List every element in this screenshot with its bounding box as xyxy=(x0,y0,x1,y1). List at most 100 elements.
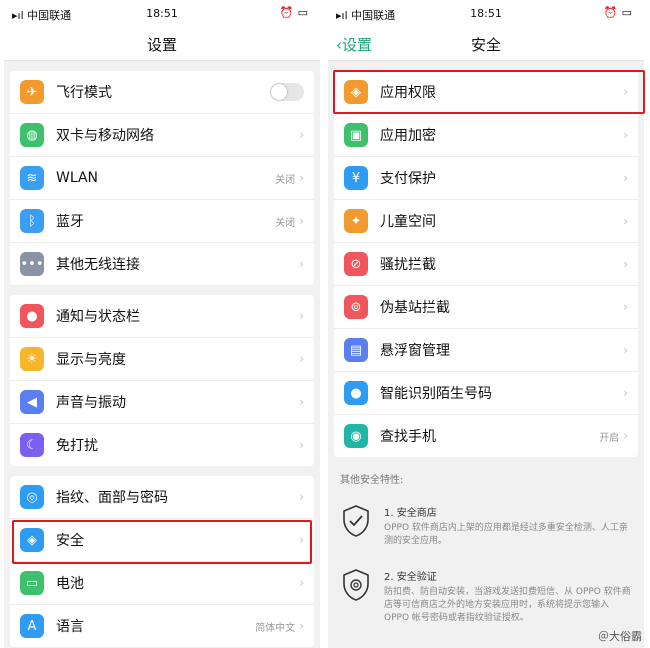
settings-screen: ▸ıl 中国联通 18:51 ⏰▭ 设置 ✈ 飞行模式 ◍ 双卡与移动网络 › ≋ WLAN… xyxy=(4,0,320,648)
setting-row[interactable]: ⊘ 骚扰拦截 › xyxy=(334,243,638,286)
security-screen: ▸ıl 中国联通 18:51 ⏰▭ ‹设置 安全 ◈ 应用权限 › ▣ 应用加密 › ¥ 支付… xyxy=(328,0,644,648)
setting-label: 查找手机 xyxy=(380,429,436,445)
toggle-switch[interactable] xyxy=(270,83,304,101)
setting-row[interactable]: ▭ 电池 › xyxy=(10,562,314,605)
more-icon: ••• xyxy=(20,252,44,276)
bluetooth-icon: ᛒ xyxy=(20,209,44,233)
shield-key-icon: ◈ xyxy=(344,80,368,104)
setting-label: 声音与振动 xyxy=(56,395,126,411)
moon-icon: ☾ xyxy=(20,433,44,457)
nav-bar: ‹设置 安全 xyxy=(328,28,644,61)
globe-icon: ◍ xyxy=(20,123,44,147)
setting-label: 应用权限 xyxy=(380,85,436,101)
setting-row[interactable]: ᛒ 蓝牙 关闭 › xyxy=(10,200,314,243)
setting-label: 伪基站拦截 xyxy=(380,300,450,316)
lock-icon: ▣ xyxy=(344,123,368,147)
fingerprint-badge-icon xyxy=(343,569,369,601)
setting-label: 飞行模式 xyxy=(56,85,112,101)
setting-row[interactable]: ● 通知与状态栏 › xyxy=(10,295,314,338)
chevron-right-icon: › xyxy=(623,128,628,142)
note-text: 防扣费、防自动安装，当游戏发送扣费短信、从 OPPO 软件商店等可信商店之外的地… xyxy=(384,587,631,623)
setting-row[interactable]: ☀ 显示与亮度 › xyxy=(10,338,314,381)
setting-row[interactable]: ••• 其他无线连接 › xyxy=(10,243,314,285)
setting-row[interactable]: ▣ 应用加密 › xyxy=(334,114,638,157)
watermark: ＠大俗霸 xyxy=(598,630,642,643)
airplane-icon: ✈ xyxy=(20,80,44,104)
setting-label: 显示与亮度 xyxy=(56,352,126,368)
setting-row[interactable]: ✈ 飞行模式 xyxy=(10,71,314,114)
shield-icon: ◈ xyxy=(20,528,44,552)
setting-row[interactable]: ¥ 支付保护 › xyxy=(334,157,638,200)
chevron-right-icon: › xyxy=(299,309,304,323)
security-feature-note: 1. 安全商店 OPPO 软件商店内上架的应用都是经过多重安全检测、人工亲测的安全… xyxy=(328,494,644,558)
chevron-right-icon: › xyxy=(623,85,628,99)
chevron-right-icon: › xyxy=(299,490,304,504)
chevron-right-icon: › xyxy=(623,171,628,185)
chevron-right-icon: › xyxy=(299,533,304,547)
clock: 18:51 xyxy=(470,7,502,20)
chevron-right-icon: › xyxy=(299,395,304,409)
setting-label: 儿童空间 xyxy=(380,214,436,230)
block-icon: ⊘ xyxy=(344,252,368,276)
setting-label: 其他无线连接 xyxy=(56,257,140,273)
chevron-right-icon: › xyxy=(299,171,304,185)
setting-label: 骚扰拦截 xyxy=(380,257,436,273)
setting-value: 开启 xyxy=(599,432,620,444)
sun-icon: ☀ xyxy=(20,347,44,371)
settings-group: ◎ 指纹、面部与密码 › ◈ 安全 › ▭ 电池 › A 语言 简体中文 › xyxy=(10,476,314,647)
signal-tower-icon: ⊚ xyxy=(344,295,368,319)
contact-icon: ● xyxy=(344,381,368,405)
setting-row[interactable]: ☾ 免打扰 › xyxy=(10,424,314,466)
speaker-icon: ◀ xyxy=(20,390,44,414)
chevron-right-icon: › xyxy=(623,257,628,271)
setting-label: 指纹、面部与密码 xyxy=(56,490,168,506)
find-phone-icon: ◉ xyxy=(344,424,368,448)
wifi-icon: ≋ xyxy=(20,166,44,190)
note-title: 2. 安全验证 xyxy=(384,572,437,583)
chevron-right-icon: › xyxy=(623,386,628,400)
setting-row[interactable]: ⊚ 伪基站拦截 › xyxy=(334,286,638,329)
other-features-header: 其他安全特性: xyxy=(340,475,404,486)
alarm-battery-icons: ⏰▭ xyxy=(279,6,312,19)
page-title: 设置 xyxy=(146,36,177,54)
setting-row[interactable]: ◎ 指纹、面部与密码 › xyxy=(10,476,314,519)
setting-row[interactable]: ◈ 安全 › xyxy=(10,519,314,562)
chevron-right-icon: › xyxy=(299,257,304,271)
chevron-right-icon: › xyxy=(299,128,304,142)
note-title: 1. 安全商店 xyxy=(384,508,437,519)
status-bar: ▸ıl 中国联通 18:51 ⏰▭ xyxy=(4,0,320,28)
payment-shield-icon: ¥ xyxy=(344,166,368,190)
language-icon: A xyxy=(20,614,44,638)
security-options-group: ◈ 应用权限 › ▣ 应用加密 › ¥ 支付保护 › ✦ 儿童空间 › ⊘ 骚扰拦截 › ⊚ 伪基站拦截 › ▤ 悬浮… xyxy=(334,71,638,457)
setting-label: 语言 xyxy=(56,619,84,635)
setting-label: 应用加密 xyxy=(380,128,436,144)
setting-row[interactable]: ≋ WLAN 关闭 › xyxy=(10,157,314,200)
chevron-right-icon: › xyxy=(299,438,304,452)
nav-bar: 设置 xyxy=(4,28,320,61)
chevron-right-icon: › xyxy=(623,300,628,314)
settings-group: ● 通知与状态栏 › ☀ 显示与亮度 › ◀ 声音与振动 › ☾ 免打扰 › xyxy=(10,295,314,466)
shield-check-icon xyxy=(343,505,369,537)
setting-label: 通知与状态栏 xyxy=(56,309,140,325)
chevron-right-icon: › xyxy=(623,343,628,357)
setting-row[interactable]: ◍ 双卡与移动网络 › xyxy=(10,114,314,157)
setting-value: 关闭 xyxy=(275,174,296,186)
security-feature-note: 2. 安全验证防扣费、防自动安装，当游戏发送扣费短信、从 OPPO 软件商店等可… xyxy=(328,558,644,635)
setting-row[interactable]: ◀ 声音与振动 › xyxy=(10,381,314,424)
setting-value: 关闭 xyxy=(275,217,296,229)
setting-row[interactable]: A 语言 简体中文 › xyxy=(10,605,314,647)
setting-value: 简体中文 xyxy=(255,622,296,634)
setting-row[interactable]: ✦ 儿童空间 › xyxy=(334,200,638,243)
chevron-right-icon: › xyxy=(299,214,304,228)
setting-row[interactable]: ▤ 悬浮窗管理 › xyxy=(334,329,638,372)
clock: 18:51 xyxy=(146,7,178,20)
setting-row[interactable]: ● 智能识别陌生号码 › xyxy=(334,372,638,415)
setting-row[interactable]: ◈ 应用权限 › xyxy=(334,71,638,114)
bell-icon: ● xyxy=(20,304,44,328)
setting-row[interactable]: ◉ 查找手机 开启 › xyxy=(334,415,638,457)
setting-label: 支付保护 xyxy=(380,171,436,187)
setting-label: 智能识别陌生号码 xyxy=(380,386,492,402)
page-title: 安全 xyxy=(470,36,501,54)
chevron-right-icon: › xyxy=(623,214,628,228)
child-icon: ✦ xyxy=(344,209,368,233)
